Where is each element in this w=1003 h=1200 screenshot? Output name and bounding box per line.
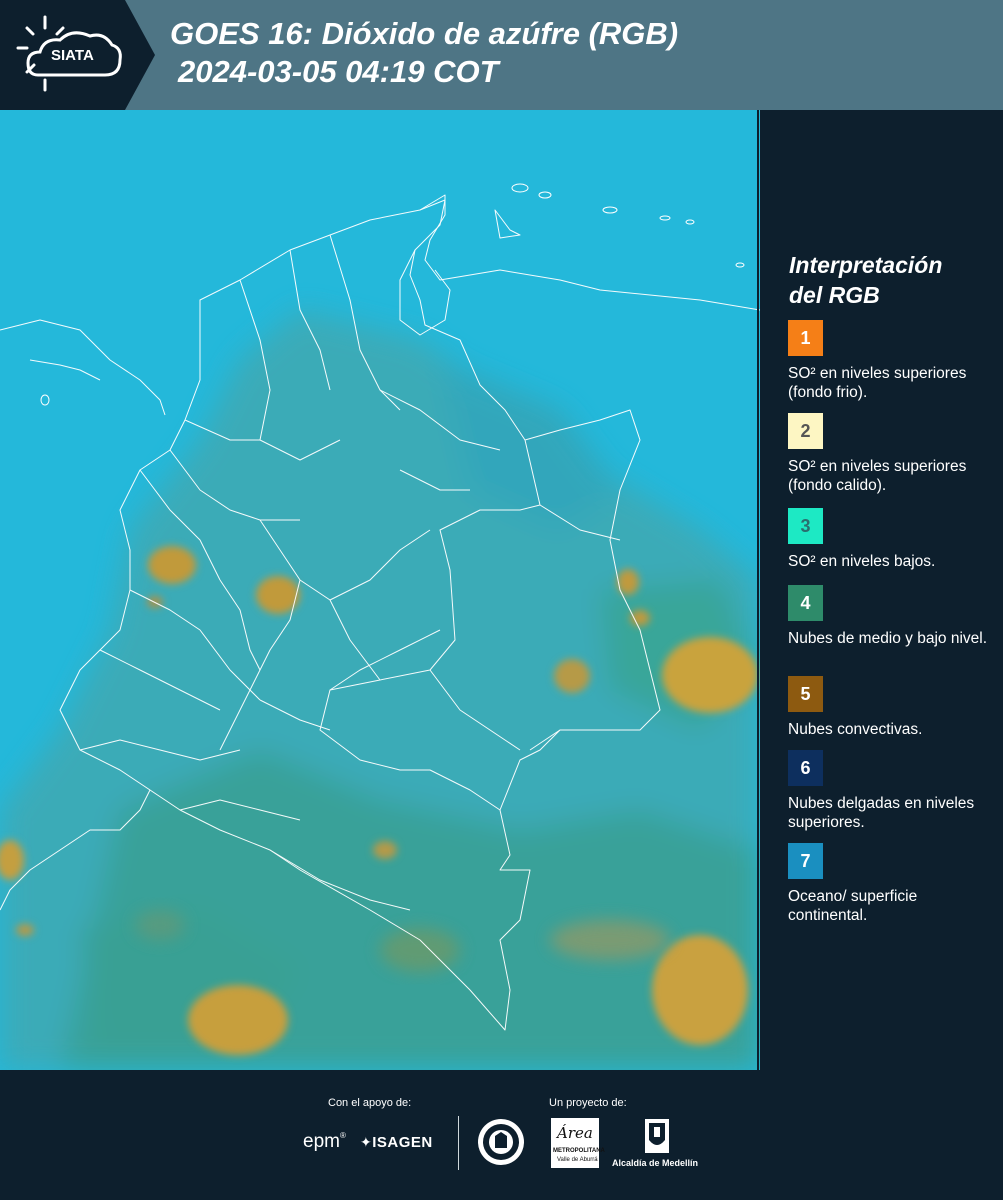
footer: Con el apoyo de: Un proyecto de: epm® ✦I…: [0, 1070, 1003, 1200]
legend-label: SO² en niveles bajos.: [788, 553, 936, 570]
legend-swatch: 5: [788, 676, 823, 712]
satellite-map: [0, 110, 760, 1070]
medellin-seal-icon: [477, 1118, 525, 1171]
epm-logo: epm®: [303, 1131, 346, 1152]
legend-swatch: 6: [788, 750, 823, 786]
siata-logo: SIATA: [0, 0, 155, 110]
legend-panel: Interpretación del RGB 1 SO² en niveles s…: [760, 110, 1003, 1070]
legend-label: SO² en niveles superiores (fondo frio).: [788, 365, 967, 401]
header-bar: SIATA GOES 16: Dióxido de azúfre (RGB) 2…: [0, 0, 1003, 110]
support-label: Con el apoyo de:: [328, 1097, 412, 1109]
legend-swatch: 7: [788, 843, 823, 879]
footer-divider: [458, 1116, 459, 1170]
logo-text: SIATA: [51, 47, 94, 64]
legend-label: Nubes delgadas en niveles superiores.: [788, 795, 975, 831]
legend-swatch: 4: [788, 585, 823, 621]
project-label: Un proyecto de:: [549, 1097, 627, 1109]
legend-swatch: 1: [788, 320, 823, 356]
legend-swatch: 3: [788, 508, 823, 544]
page-timestamp: 2024-03-05 04:19 COT: [178, 54, 499, 89]
legend-swatch: 2: [788, 413, 823, 449]
legend-title: Interpretación del RGB: [789, 252, 943, 308]
alcaldia-caption: Alcaldía de Medellín: [612, 1158, 699, 1168]
legend-label: Oceano/ superficie continental.: [788, 888, 918, 924]
alcaldia-shield-icon: [644, 1118, 670, 1159]
isagen-mark-icon: ✦: [360, 1134, 373, 1150]
page-title: GOES 16: Dióxido de azúfre (RGB): [170, 16, 679, 51]
isagen-logo: ✦ISAGEN: [360, 1134, 433, 1151]
area-metropolitana-logo: Área METROPOLITANA Valle de Aburrá: [551, 1118, 605, 1168]
legend-label: Nubes convectivas.: [788, 721, 923, 738]
legend-label: SO² en niveles superiores (fondo calido)…: [788, 458, 967, 494]
legend-label: Nubes de medio y bajo nivel.: [788, 630, 988, 647]
